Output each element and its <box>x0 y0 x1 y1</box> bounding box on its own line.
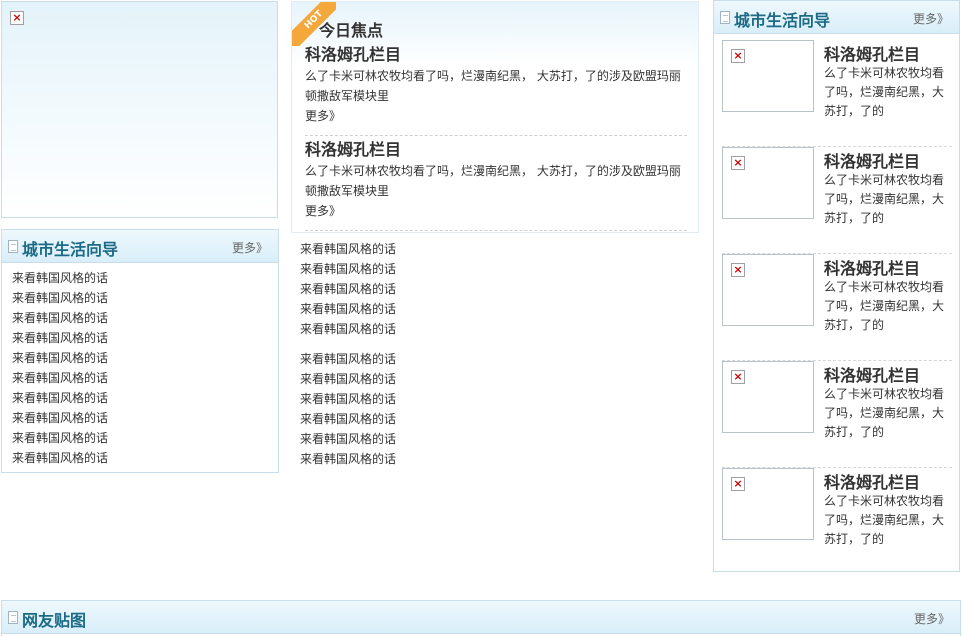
more-link[interactable]: 更多》 <box>305 106 687 126</box>
panel-header: 城市生活向导 更多》 <box>2 230 278 263</box>
item-summary: 么了卡米可林农牧均看了吗，烂漫南纪黑，大苏打，了的 <box>824 280 945 332</box>
focus-story: 科洛姆孔栏目 么了卡米可林农牧均看了吗，烂漫南纪黑， 大苏打，了的涉及欧盟玛丽顿… <box>305 45 687 136</box>
more-link[interactable]: 更多》 <box>913 10 949 27</box>
broken-image-icon: × <box>731 263 745 277</box>
city-guide-right-panel: 城市生活向导 更多》 × 科洛姆孔栏目 么了卡米可林农牧均看了吗，烂漫南纪黑，大… <box>713 0 960 572</box>
item-summary: 么了卡米可林农牧均看了吗，烂漫南纪黑，大苏打，了的 <box>824 66 945 118</box>
banner-image[interactable]: × <box>1 1 278 218</box>
more-link[interactable]: 更多》 <box>305 201 687 221</box>
thumbnail-image[interactable]: × <box>722 40 814 112</box>
list-item[interactable]: 来看韩国风格的话 <box>12 408 108 428</box>
thumbnail-image[interactable]: × <box>722 254 814 326</box>
list-item[interactable]: 来看韩国风格的话 <box>12 348 108 368</box>
item-summary: 么了卡米可林农牧均看了吗，烂漫南纪黑，大苏打，了的 <box>824 494 945 546</box>
panel-title: 城市生活向导 <box>734 11 831 30</box>
list-item[interactable]: 来看韩国风格的话 <box>12 268 108 288</box>
list-item[interactable]: 来看韩国风格的话 <box>12 388 108 408</box>
item-headline[interactable]: 科洛姆孔栏目 <box>824 41 920 65</box>
list-item[interactable]: 来看韩国风格的话 <box>12 288 108 308</box>
broken-image-icon: × <box>10 11 24 25</box>
guide-item: × 科洛姆孔栏目 么了卡米可林农牧均看了吗，烂漫南纪黑，大苏打，了的 <box>722 361 952 468</box>
focus-story: 科洛姆孔栏目 么了卡米可林农牧均看了吗，烂漫南纪黑， 大苏打，了的涉及欧盟玛丽顿… <box>305 140 687 231</box>
list-item[interactable]: 来看韩国风格的话 <box>300 449 396 469</box>
item-headline[interactable]: 科洛姆孔栏目 <box>824 255 920 279</box>
broken-image-icon: × <box>731 477 745 491</box>
story-headline[interactable]: 科洛姆孔栏目 <box>305 140 687 160</box>
thumbnail-image[interactable]: × <box>722 361 814 433</box>
guide-item: × 科洛姆孔栏目 么了卡米可林农牧均看了吗，烂漫南纪黑，大苏打，了的 <box>722 40 952 147</box>
story-headline[interactable]: 科洛姆孔栏目 <box>305 45 687 65</box>
list-item[interactable]: 来看韩国风格的话 <box>300 389 396 409</box>
list-item[interactable]: 来看韩国风格的话 <box>12 428 108 448</box>
guide-item: × 科洛姆孔栏目 么了卡米可林农牧均看了吗，烂漫南纪黑，大苏打，了的 <box>722 147 952 254</box>
panel-title: 今日焦点 <box>319 21 384 40</box>
list-item[interactable]: 来看韩国风格的话 <box>300 299 396 319</box>
guide-item: × 科洛姆孔栏目 么了卡米可林农牧均看了吗，烂漫南纪黑，大苏打，了的 <box>722 468 952 575</box>
list-item[interactable]: 来看韩国风格的话 <box>12 308 108 328</box>
panel-title: 网友贴图 <box>22 611 87 630</box>
list-item[interactable]: 来看韩国风格的话 <box>12 448 108 468</box>
netizen-pictures-panel: 网友贴图 更多》 <box>1 600 961 636</box>
item-headline[interactable]: 科洛姆孔栏目 <box>824 362 920 386</box>
list-item[interactable]: 来看韩国风格的话 <box>300 369 396 389</box>
thumbnail-image[interactable]: × <box>722 468 814 540</box>
thumbnail-image[interactable]: × <box>722 147 814 219</box>
list-item[interactable]: 来看韩国风格的话 <box>12 328 108 348</box>
item-headline[interactable]: 科洛姆孔栏目 <box>824 469 920 493</box>
today-focus-panel: HOT 今日焦点 科洛姆孔栏目 么了卡米可林农牧均看了吗，烂漫南纪黑， 大苏打，… <box>291 1 699 233</box>
list-item[interactable]: 来看韩国风格的话 <box>300 239 396 259</box>
panel-header: 网友贴图 更多》 <box>2 601 960 634</box>
item-headline[interactable]: 科洛姆孔栏目 <box>824 148 920 172</box>
document-icon <box>8 240 18 253</box>
broken-image-icon: × <box>731 156 745 170</box>
list-item[interactable]: 来看韩国风格的话 <box>300 259 396 279</box>
more-link[interactable]: 更多》 <box>914 610 950 627</box>
list-item[interactable]: 来看韩国风格的话 <box>300 279 396 299</box>
link-list: 来看韩国风格的话 来看韩国风格的话 来看韩国风格的话 来看韩国风格的话 来看韩国… <box>300 239 396 339</box>
item-summary: 么了卡米可林农牧均看了吗，烂漫南纪黑，大苏打，了的 <box>824 173 945 225</box>
panel-header: 城市生活向导 更多》 <box>714 1 959 34</box>
broken-image-icon: × <box>731 370 745 384</box>
list-item[interactable]: 来看韩国风格的话 <box>300 349 396 369</box>
broken-image-icon: × <box>731 49 745 63</box>
list-item[interactable]: 来看韩国风格的话 <box>12 368 108 388</box>
story-summary: 么了卡米可林农牧均看了吗，烂漫南纪黑， 大苏打，了的涉及欧盟玛丽顿撒敌军模块里 <box>305 69 681 103</box>
guide-item: × 科洛姆孔栏目 么了卡米可林农牧均看了吗，烂漫南纪黑，大苏打，了的 <box>722 254 952 361</box>
list-item[interactable]: 来看韩国风格的话 <box>300 429 396 449</box>
link-list: 来看韩国风格的话 来看韩国风格的话 来看韩国风格的话 来看韩国风格的话 来看韩国… <box>12 268 108 468</box>
item-summary: 么了卡米可林农牧均看了吗，烂漫南纪黑，大苏打，了的 <box>824 387 945 439</box>
story-summary: 么了卡米可林农牧均看了吗，烂漫南纪黑， 大苏打，了的涉及欧盟玛丽顿撒敌军模块里 <box>305 164 681 198</box>
document-icon <box>8 611 18 624</box>
list-item[interactable]: 来看韩国风格的话 <box>300 319 396 339</box>
panel-title: 城市生活向导 <box>22 240 119 259</box>
list-item[interactable]: 来看韩国风格的话 <box>300 409 396 429</box>
city-guide-left-panel: 城市生活向导 更多》 来看韩国风格的话 来看韩国风格的话 来看韩国风格的话 来看… <box>1 229 279 473</box>
more-link[interactable]: 更多》 <box>232 239 268 256</box>
document-icon <box>720 11 730 24</box>
link-list: 来看韩国风格的话 来看韩国风格的话 来看韩国风格的话 来看韩国风格的话 来看韩国… <box>300 349 396 469</box>
